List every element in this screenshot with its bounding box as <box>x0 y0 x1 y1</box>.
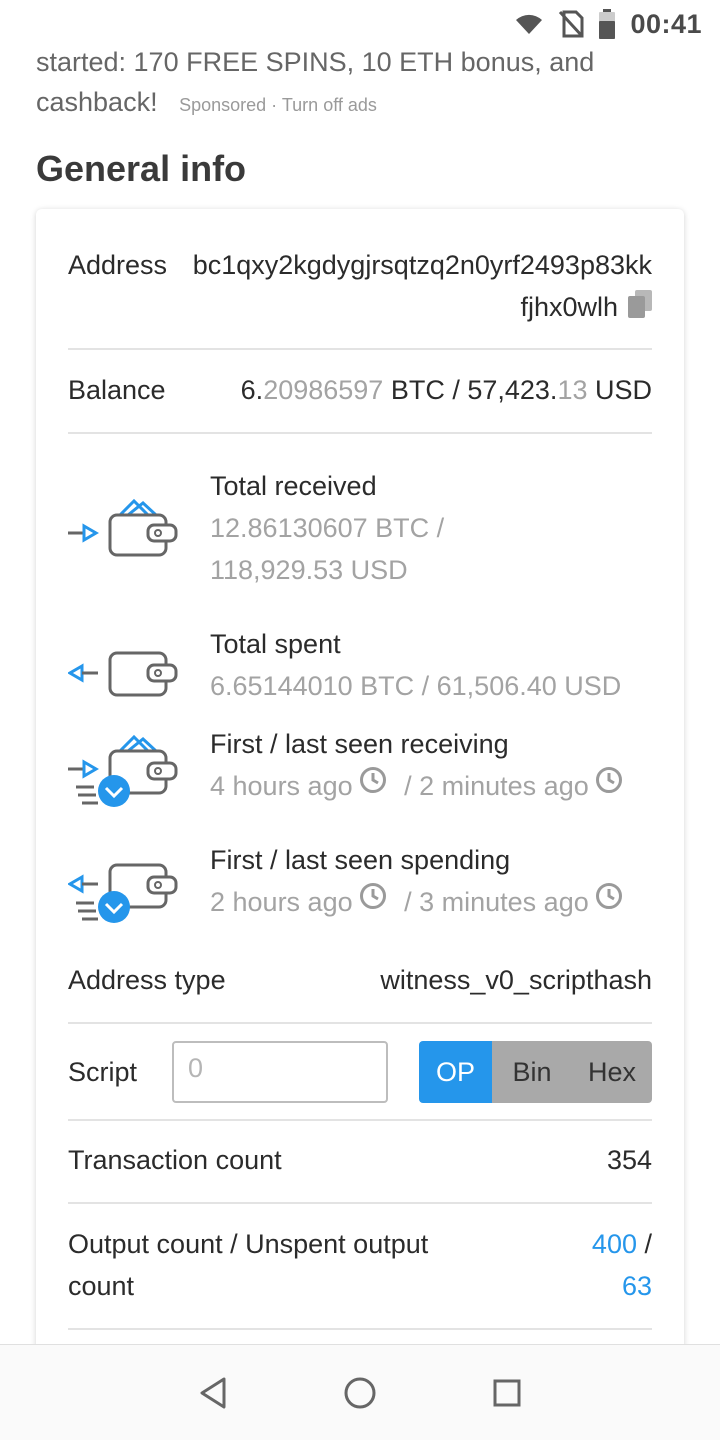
seen-receiving-times: 4 hours ago / 2 minutes ago <box>210 765 652 809</box>
total-received-stat: Total received 12.86130607 BTC / 118,929… <box>68 465 652 595</box>
total-received-btc: 12.86130607 BTC / <box>210 513 445 543</box>
address-value[interactable]: bc1qxy2kgdygjrsqtzq2n0yrf2493p83kkfjhx0w… <box>193 250 652 322</box>
battery-icon <box>599 9 616 39</box>
transaction-count-label: Transaction count <box>68 1145 282 1175</box>
clock-time: 00:41 <box>630 8 702 39</box>
clock-icon <box>595 880 623 922</box>
script-row: Script OP Bin Hex <box>68 1041 652 1103</box>
balance-usd-unit: USD <box>587 375 652 405</box>
output-count-label: Output count / Unspent output count <box>68 1223 428 1307</box>
sponsored-text: Sponsored <box>179 95 267 115</box>
seen-receiving-stat: First / last seen receiving 4 hours ago … <box>68 723 652 813</box>
last-seen-receiving: / 2 minutes ago <box>404 771 589 801</box>
output-count-value: 400 / 63 <box>592 1223 652 1307</box>
address-label: Address <box>68 250 168 280</box>
balance-row: Balance 6.20986597 BTC / 57,423.13 USD <box>68 369 652 411</box>
balance-btc-int: 6. <box>240 375 264 405</box>
balance-usd-frac: 13 <box>557 375 588 405</box>
seen-receiving-text: First / last seen receiving 4 hours ago … <box>210 723 652 809</box>
output-count-label-line2: count <box>68 1271 135 1301</box>
wallet-receive-icon <box>68 498 178 557</box>
balance-btc-frac: 20986597 <box>263 375 384 405</box>
balance-value: 6.20986597 BTC / 57,423.13 USD <box>241 369 652 411</box>
script-textarea[interactable] <box>172 1041 388 1103</box>
home-button[interactable] <box>330 1363 390 1423</box>
general-info-card: Address bc1qxy2kgdygjrsqtzq2n0yrf2493p83… <box>36 209 684 1409</box>
output-count-link[interactable]: 400 <box>592 1229 637 1259</box>
seen-spending-text: First / last seen spending 2 hours ago /… <box>210 839 652 925</box>
sponsored-separator: · <box>266 95 282 115</box>
last-seen-spending: / 3 minutes ago <box>404 887 589 917</box>
first-seen-spending: 2 hours ago <box>210 887 353 917</box>
sponsored-label: Sponsored · Turn off ads <box>179 95 377 115</box>
home-icon <box>344 1377 376 1408</box>
wallet-receive-time-icon <box>68 734 178 807</box>
ad-banner[interactable]: started: 170 FREE SPINS, 10 ETH bonus, a… <box>36 42 686 125</box>
divider <box>68 1022 652 1024</box>
total-received-text: Total received 12.86130607 BTC / 118,929… <box>210 465 652 591</box>
back-button[interactable] <box>183 1363 243 1423</box>
address-type-row: Address type witness_v0_scripthash <box>68 959 652 1001</box>
output-count-sep: / <box>636 1229 652 1259</box>
divider <box>68 348 652 350</box>
divider <box>68 1119 652 1121</box>
wifi-icon <box>516 14 543 34</box>
total-spent-text: Total spent 6.65144010 BTC / 61,506.40 U… <box>210 623 652 707</box>
output-count-label-line1: Output count / Unspent output <box>68 1229 429 1259</box>
address-value-wrap: bc1qxy2kgdygjrsqtzq2n0yrf2493p83kkfjhx0w… <box>192 244 652 330</box>
first-seen-receiving: 4 hours ago <box>210 771 353 801</box>
total-spent-title: Total spent <box>210 629 341 659</box>
total-spent-stat: Total spent 6.65144010 BTC / 61,506.40 U… <box>68 623 652 713</box>
total-spent-value: 6.65144010 BTC / 61,506.40 USD <box>210 671 622 701</box>
address-type-value: witness_v0_scripthash <box>380 965 652 995</box>
format-bin-button[interactable]: Bin <box>492 1041 572 1103</box>
format-op-button[interactable]: OP <box>419 1041 492 1103</box>
transaction-count-value: 354 <box>606 1145 652 1175</box>
recents-button[interactable] <box>477 1363 537 1423</box>
address-row: Address bc1qxy2kgdygjrsqtzq2n0yrf2493p83… <box>68 244 652 334</box>
balance-label: Balance <box>68 375 166 405</box>
recents-icon <box>493 1379 521 1406</box>
output-count-row: Output count / Unspent output count 400 … <box>68 1223 652 1307</box>
transaction-count-row: Transaction count 354 <box>68 1139 652 1181</box>
section-title: General info <box>36 148 247 189</box>
seen-spending-stat: First / last seen spending 2 hours ago /… <box>68 839 652 929</box>
seen-spending-title: First / last seen spending <box>210 845 511 875</box>
divider <box>68 1328 652 1330</box>
status-bar: 00:41 <box>0 0 720 48</box>
seen-receiving-title: First / last seen receiving <box>210 729 509 759</box>
format-hex-button[interactable]: Hex <box>572 1041 652 1103</box>
wallet-send-time-icon <box>68 863 178 923</box>
balance-usd-int: 57,423. <box>467 375 558 405</box>
divider <box>68 432 652 434</box>
copy-icon[interactable] <box>628 288 652 330</box>
clock-icon <box>359 764 387 806</box>
divider <box>68 1202 652 1204</box>
script-label: Script <box>68 1057 138 1087</box>
seen-spending-times: 2 hours ago / 3 minutes ago <box>210 881 652 925</box>
unspent-output-count-link[interactable]: 63 <box>622 1271 652 1301</box>
clock-icon <box>595 764 623 806</box>
wallet-send-icon <box>68 651 178 697</box>
back-icon <box>200 1377 226 1408</box>
script-format-toggle: OP Bin Hex <box>419 1041 652 1103</box>
address-type-label: Address type <box>68 965 226 995</box>
no-sim-icon <box>559 10 584 38</box>
balance-btc-unit: BTC / <box>383 375 468 405</box>
total-received-usd: 118,929.53 USD <box>210 555 408 585</box>
clock-icon <box>359 880 387 922</box>
system-nav-bar <box>0 1344 720 1440</box>
turn-off-ads-link[interactable]: Turn off ads <box>282 95 377 115</box>
total-received-title: Total received <box>210 471 377 501</box>
